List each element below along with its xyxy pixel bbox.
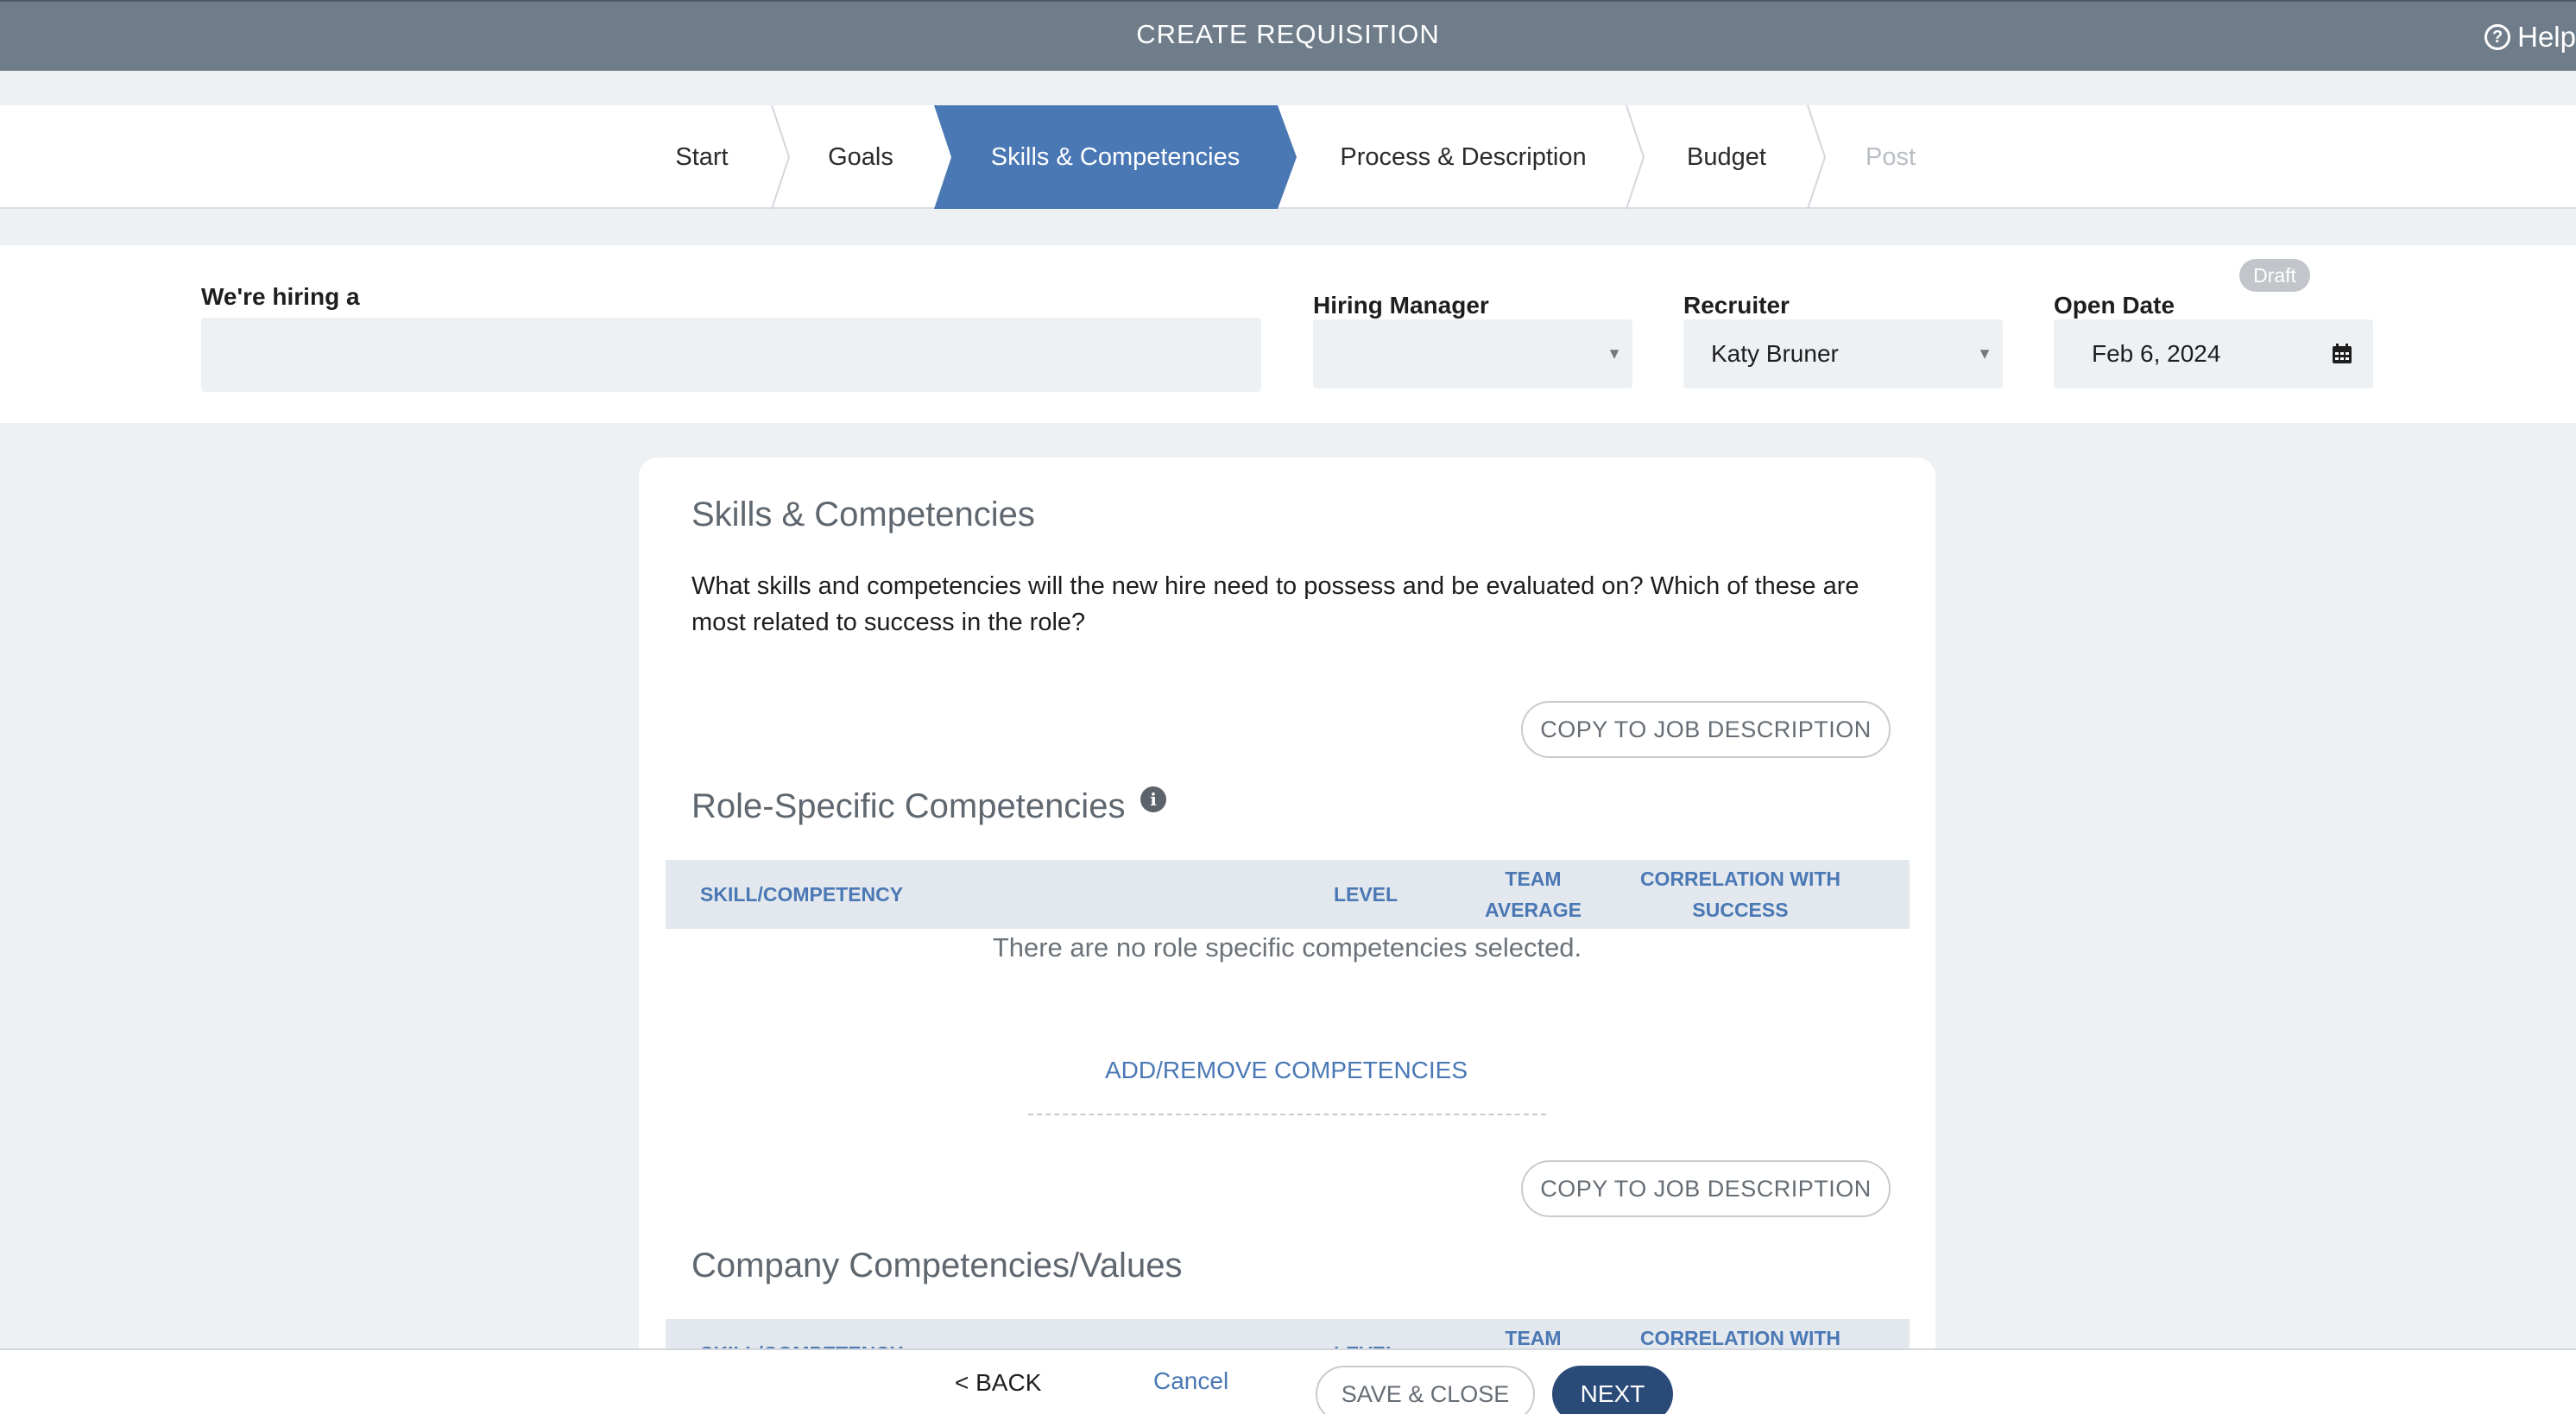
step-process-label: Process & Description (1340, 142, 1587, 171)
hiring-title-label: We're hiring a (201, 283, 360, 310)
col-correlation-line1: CORRELATION WITH (1639, 868, 1841, 890)
status-badge: Draft (2239, 259, 2310, 292)
role-specific-section-title: Role-Specific Competencies (691, 787, 1126, 825)
step-goals-label: Goals (828, 142, 893, 171)
step-start[interactable]: Start (656, 105, 748, 209)
copy-to-job-description-button[interactable]: COPY TO JOB DESCRIPTION (1521, 701, 1891, 758)
help-label: Help (2517, 21, 2576, 53)
open-date-label: Open Date (2054, 292, 2175, 319)
top-header-bar: CREATE REQUISITION ? Help (0, 0, 2576, 71)
recruiter-label: Recruiter (1683, 292, 1790, 319)
skills-competencies-card: Skills & Competencies What skills and co… (639, 458, 1935, 1414)
cancel-link[interactable]: Cancel (1153, 1367, 1228, 1395)
page-title: CREATE REQUISITION (1136, 19, 1440, 49)
step-skills-competencies[interactable]: Skills & Competencies (934, 105, 1297, 209)
col-team-average-line1: TEAM (1505, 868, 1562, 890)
save-close-button[interactable]: SAVE & CLOSE (1316, 1366, 1535, 1414)
recruiter-select[interactable]: Katy Bruner ▼ (1683, 319, 2003, 388)
divider (1028, 1114, 1546, 1115)
step-post: Post (1839, 105, 1942, 209)
dropdown-arrow-icon: ▼ (1977, 344, 1992, 363)
hiring-title-input[interactable] (201, 318, 1261, 392)
hiring-manager-select[interactable]: ▼ (1313, 319, 1632, 388)
card-description: What skills and competencies will the ne… (691, 572, 1859, 636)
col-level: LEVEL (1333, 883, 1398, 906)
step-budget-label: Budget (1687, 142, 1766, 171)
help-button[interactable]: ? Help (2484, 21, 2576, 54)
step-budget[interactable]: Budget (1657, 105, 1796, 209)
step-goals[interactable]: Goals (803, 105, 919, 209)
recruiter-value: Katy Bruner (1711, 340, 1839, 367)
step-separator-icon (771, 105, 791, 209)
col-correlation-line2: SUCCESS (1692, 899, 1789, 921)
hiring-manager-label: Hiring Manager (1313, 292, 1489, 319)
company-competencies-section-title: Company Competencies/Values (691, 1247, 1183, 1285)
dropdown-arrow-icon: ▼ (1607, 344, 1622, 363)
add-remove-competencies-link[interactable]: ADD/REMOVE COMPETENCIES (1027, 1057, 1545, 1084)
step-post-label: Post (1865, 142, 1916, 171)
wizard-stepper: Start Goals Skills & Competencies Proces… (0, 105, 2576, 209)
col-skill-competency: SKILL/COMPETENCY (700, 883, 904, 906)
info-icon[interactable]: i (1140, 786, 1166, 812)
open-date-input[interactable]: Feb 6, 2024 (2054, 319, 2373, 388)
wizard-footer: < BACK Cancel SAVE & CLOSE NEXT (0, 1348, 2576, 1414)
calendar-icon[interactable] (2332, 344, 2352, 364)
empty-competencies-message: There are no role specific competencies … (992, 932, 1582, 963)
col-team-average-line2: AVERAGE (1484, 899, 1582, 921)
next-button[interactable]: NEXT (1552, 1366, 1673, 1414)
card-title: Skills & Competencies (691, 496, 1035, 533)
back-button[interactable]: < BACK (955, 1369, 1041, 1397)
step-separator-icon (1807, 105, 1827, 209)
step-process-description[interactable]: Process & Description (1312, 105, 1614, 209)
step-skills-label: Skills & Competencies (990, 142, 1241, 171)
role-competencies-table-header: SKILL/COMPETENCY LEVEL TEAM AVERAGE CORR… (666, 860, 1910, 929)
copy-to-job-description-button[interactable]: COPY TO JOB DESCRIPTION (1521, 1160, 1891, 1217)
help-icon: ? (2484, 24, 2511, 50)
step-separator-icon (1626, 105, 1645, 209)
open-date-value: Feb 6, 2024 (2092, 340, 2221, 367)
step-start-label: Start (675, 142, 729, 171)
